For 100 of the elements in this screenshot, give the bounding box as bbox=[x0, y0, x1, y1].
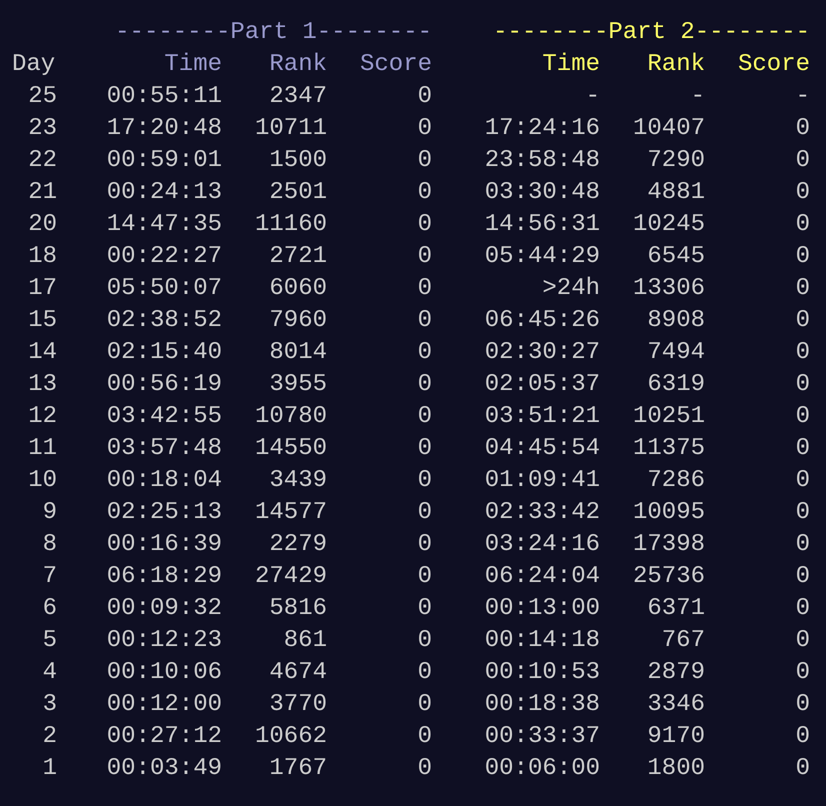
table-cell-text: 0 bbox=[416, 146, 432, 176]
table-cell-text: 14:56:31 bbox=[484, 210, 600, 240]
table-cell-text: 13306 bbox=[632, 274, 705, 304]
table-cell-text: 5816 bbox=[268, 594, 327, 624]
table-cell-text: 03:30:48 bbox=[484, 178, 600, 208]
day-number: 22 bbox=[27, 146, 57, 176]
table-cell-text: 00:09:32 bbox=[106, 594, 222, 624]
table-cell-text: 0 bbox=[794, 530, 810, 560]
table-cell-text: 10662 bbox=[254, 722, 327, 752]
table-cell-text: - bbox=[794, 82, 810, 112]
day-number: 23 bbox=[27, 114, 57, 144]
table-cell-text: 03:42:55 bbox=[106, 402, 222, 432]
day-number: 2 bbox=[42, 722, 57, 752]
day-number: 9 bbox=[42, 498, 57, 528]
table-cell-text: 0 bbox=[794, 210, 810, 240]
table-cell-text: 1500 bbox=[268, 146, 327, 176]
table-cell-text: 0 bbox=[416, 530, 432, 560]
column-header: Rank bbox=[268, 50, 327, 80]
table-cell-text: 0 bbox=[416, 178, 432, 208]
table-cell-text: 8014 bbox=[268, 338, 327, 368]
table-cell-text: 2879 bbox=[646, 658, 705, 688]
column-header: Score bbox=[358, 50, 432, 80]
table-cell-text: 00:18:38 bbox=[484, 690, 600, 720]
column-header: Score bbox=[736, 50, 810, 80]
table-cell-text: 0 bbox=[794, 722, 810, 752]
table-cell-text: 0 bbox=[794, 306, 810, 336]
table-cell-text: 0 bbox=[794, 338, 810, 368]
table-cell-text: 17398 bbox=[632, 530, 705, 560]
table-cell-text: 10245 bbox=[632, 210, 705, 240]
table-cell-text: 25736 bbox=[632, 562, 705, 592]
table-cell-text: 2501 bbox=[268, 178, 327, 208]
table-cell-text: 02:38:52 bbox=[106, 306, 222, 336]
table-cell-text: 14:47:35 bbox=[106, 210, 222, 240]
day-number: 13 bbox=[27, 370, 57, 400]
table-cell-text: 861 bbox=[282, 626, 327, 656]
table-cell-text: 0 bbox=[416, 690, 432, 720]
table-cell-text: 0 bbox=[794, 114, 810, 144]
day-number: 12 bbox=[27, 402, 57, 432]
table-cell-text: 0 bbox=[416, 466, 432, 496]
table-cell-text: 0 bbox=[416, 306, 432, 336]
table-cell-text: 4881 bbox=[646, 178, 705, 208]
table-cell-text: 02:05:37 bbox=[484, 370, 600, 400]
table-cell-text: 0 bbox=[416, 242, 432, 272]
table-cell-text: 23:58:48 bbox=[484, 146, 600, 176]
day-number: 20 bbox=[27, 210, 57, 240]
section-title: --------Part 1-------- bbox=[114, 18, 432, 48]
table-cell-text: 0 bbox=[416, 498, 432, 528]
table-cell-text: 0 bbox=[416, 210, 432, 240]
table-cell-text: 00:13:00 bbox=[484, 594, 600, 624]
table-cell-text: 00:22:27 bbox=[106, 242, 222, 272]
table-cell-text: 02:33:42 bbox=[484, 498, 600, 528]
table-cell-text: 06:45:26 bbox=[484, 306, 600, 336]
column-header: Day bbox=[12, 50, 56, 80]
table-cell-text: 0 bbox=[794, 146, 810, 176]
table-cell-text: 6319 bbox=[646, 370, 705, 400]
table-cell-text: 00:10:06 bbox=[106, 658, 222, 688]
table-cell-text: 0 bbox=[416, 722, 432, 752]
table-cell-text: 0 bbox=[794, 658, 810, 688]
table-cell-text: 10407 bbox=[632, 114, 705, 144]
day-number: 6 bbox=[42, 594, 57, 624]
table-cell-text: 10095 bbox=[632, 498, 705, 528]
table-cell-text: 7960 bbox=[268, 306, 327, 336]
column-header: Time bbox=[541, 50, 600, 80]
table-cell-text: 0 bbox=[794, 754, 810, 784]
table-cell-text: 02:25:13 bbox=[106, 498, 222, 528]
table-cell-text: 0 bbox=[794, 594, 810, 624]
table-cell-text: 14550 bbox=[254, 434, 327, 464]
table-cell-text: 11160 bbox=[254, 210, 327, 240]
table-cell-text: 00:14:18 bbox=[484, 626, 600, 656]
table-cell-text: 10780 bbox=[254, 402, 327, 432]
day-number: 15 bbox=[27, 306, 57, 336]
table-cell-text: 27429 bbox=[254, 562, 327, 592]
table-cell-text: 0 bbox=[416, 658, 432, 688]
table-cell-text: 0 bbox=[416, 274, 432, 304]
table-cell-text: 00:12:00 bbox=[106, 690, 222, 720]
table-cell-text: 02:15:40 bbox=[106, 338, 222, 368]
day-number: 5 bbox=[42, 626, 57, 656]
table-cell-text: 3439 bbox=[268, 466, 327, 496]
table-cell-text: 6371 bbox=[646, 594, 705, 624]
table-cell-text: 00:24:13 bbox=[106, 178, 222, 208]
table-cell-text: 1767 bbox=[268, 754, 327, 784]
table-cell-text: 0 bbox=[416, 370, 432, 400]
table-cell-text: 2347 bbox=[268, 82, 327, 112]
table-cell-text: 14577 bbox=[254, 498, 327, 528]
table-cell-text: 0 bbox=[794, 434, 810, 464]
table-cell-text: 0 bbox=[794, 242, 810, 272]
day-number: 18 bbox=[27, 242, 57, 272]
table-cell-text: 0 bbox=[416, 114, 432, 144]
table-cell-text: 0 bbox=[794, 466, 810, 496]
table-cell-text: 00:59:01 bbox=[106, 146, 222, 176]
table-cell-text: 00:27:12 bbox=[106, 722, 222, 752]
table-cell-text: 00:55:11 bbox=[106, 82, 222, 112]
table-cell-text: 0 bbox=[794, 498, 810, 528]
table-cell-text: 1800 bbox=[646, 754, 705, 784]
table-cell-text: 0 bbox=[794, 690, 810, 720]
table-cell-text: 11375 bbox=[632, 434, 705, 464]
table-cell-text: 01:09:41 bbox=[484, 466, 600, 496]
table-cell-text: 0 bbox=[416, 594, 432, 624]
day-number: 1 bbox=[42, 754, 57, 784]
table-cell-text: 9170 bbox=[646, 722, 705, 752]
